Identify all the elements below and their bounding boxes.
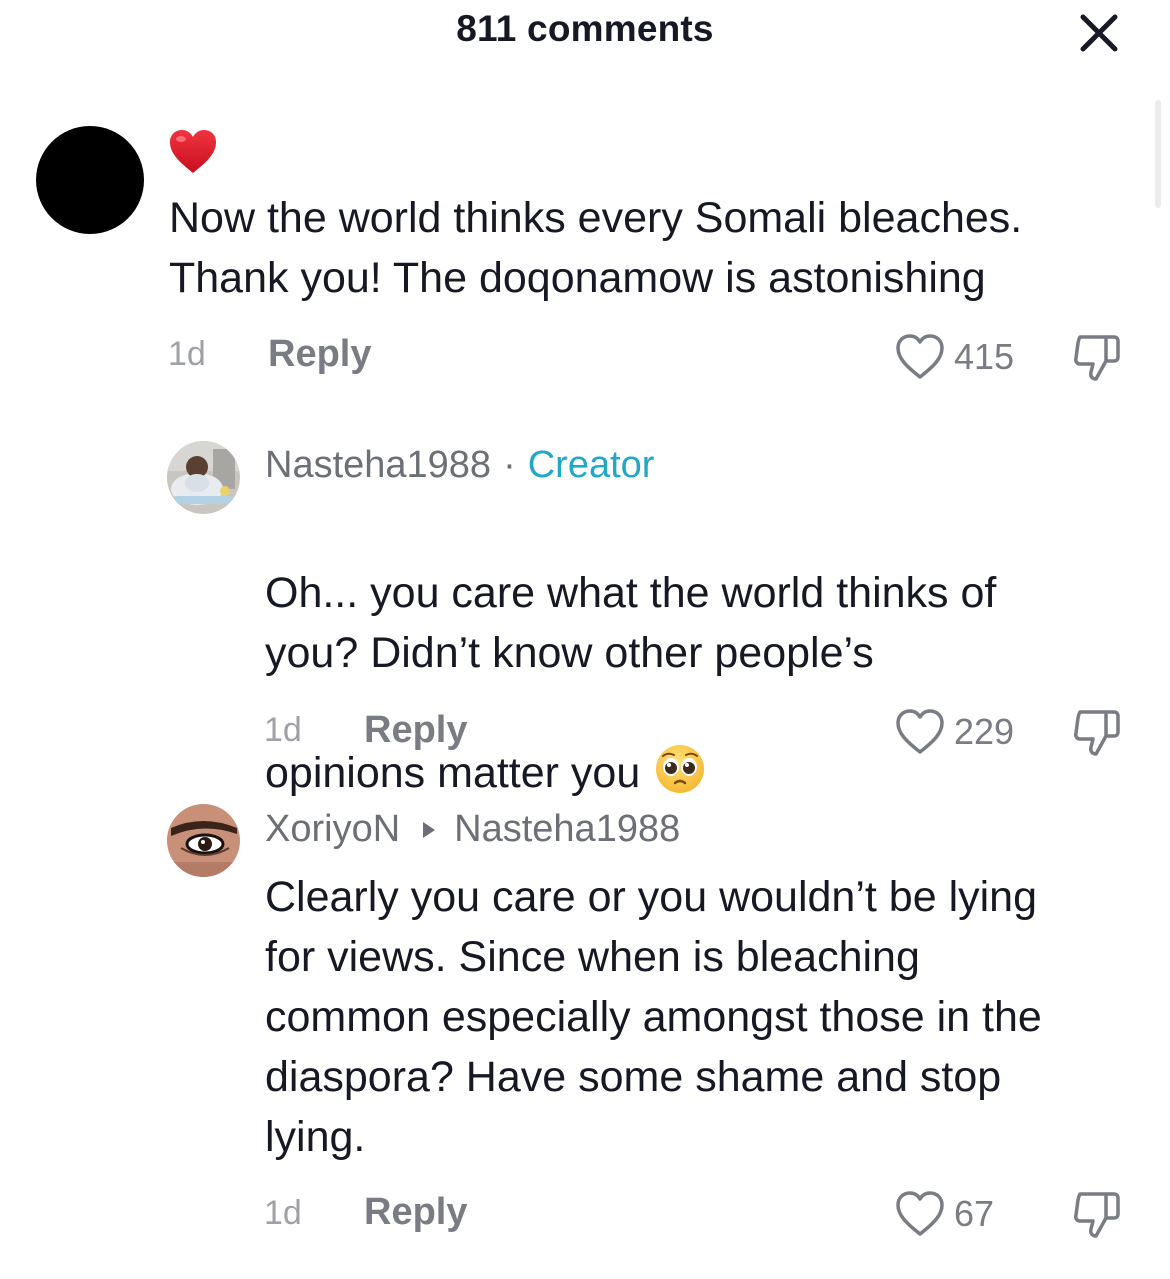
dislike-button[interactable] xyxy=(1070,1190,1124,1245)
comment-author-row: Nasteha1988 · Creator xyxy=(265,444,654,487)
avatar-image xyxy=(167,441,240,514)
thumbs-down-icon xyxy=(1074,710,1120,756)
like-button[interactable]: 415 xyxy=(894,333,1014,381)
comments-count-title: 811 comments xyxy=(456,8,714,49)
avatar[interactable] xyxy=(167,804,240,877)
comment-body: Oh... you care what the world thinks of … xyxy=(265,503,996,811)
like-count: 229 xyxy=(954,711,1015,752)
close-icon xyxy=(1080,14,1118,52)
reply-to-username[interactable]: Nasteha1988 xyxy=(454,808,680,851)
reply-button[interactable]: Reply xyxy=(364,709,467,752)
heart-outline-icon xyxy=(896,1191,944,1236)
like-count: 67 xyxy=(954,1193,995,1234)
heart-outline-icon xyxy=(896,334,944,379)
heart-emoji-icon xyxy=(168,128,218,181)
heart-outline-icon xyxy=(896,709,944,754)
comment-body: Now the world thinks every Somali bleach… xyxy=(169,194,1023,302)
like-button[interactable]: 67 xyxy=(894,1190,994,1238)
comment-timestamp: 1d xyxy=(168,335,206,373)
creator-badge: Creator xyxy=(527,444,655,486)
avatar[interactable] xyxy=(36,126,144,234)
comment-body-text: Oh... you care what the world thinks of … xyxy=(265,569,997,797)
comment-author-row: XoriyoN Nasteha1988 xyxy=(265,808,680,851)
reply-button[interactable]: Reply xyxy=(268,333,371,376)
dislike-button[interactable] xyxy=(1070,333,1124,388)
comment-body: Clearly you care or you wouldn’t be lyin… xyxy=(265,873,1042,1161)
reply-button[interactable]: Reply xyxy=(364,1191,467,1234)
dislike-button[interactable] xyxy=(1070,708,1124,763)
comment-timestamp: 1d xyxy=(264,1194,302,1232)
username[interactable]: Nasteha1988 xyxy=(265,444,491,487)
reply-arrow-icon xyxy=(423,821,436,838)
like-count: 415 xyxy=(954,336,1015,377)
comments-sheet: 811 comments Now the world thinks every … xyxy=(0,0,1170,1279)
avatar-image xyxy=(167,804,240,877)
username[interactable]: XoriyoN xyxy=(265,808,400,851)
close-button[interactable] xyxy=(1071,5,1127,61)
comment-timestamp: 1d xyxy=(264,711,302,749)
thumbs-down-icon xyxy=(1074,335,1120,381)
scrollbar[interactable] xyxy=(1155,100,1161,208)
thumbs-down-icon xyxy=(1074,1192,1120,1238)
avatar[interactable] xyxy=(167,441,240,514)
like-button[interactable]: 229 xyxy=(894,708,1014,756)
separator-dot: · xyxy=(503,444,516,486)
pleading-face-emoji-icon xyxy=(654,683,706,811)
